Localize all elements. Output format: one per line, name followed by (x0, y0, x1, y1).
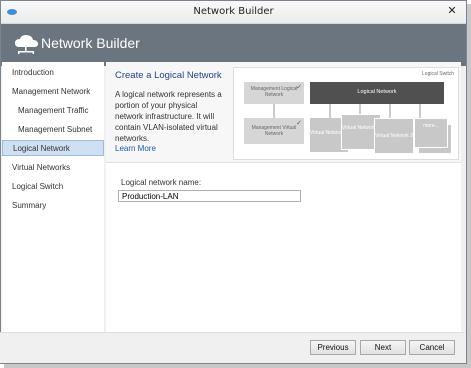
logical-network-name-input[interactable]: Production-LAN (118, 190, 301, 202)
nav-item-virtual-networks[interactable]: Virtual Networks (2, 160, 104, 176)
header-banner: Network Builder (1, 24, 466, 66)
next-button[interactable]: Next (360, 340, 406, 355)
previous-button[interactable]: Previous (310, 340, 356, 355)
more-networks-box: more... (414, 118, 448, 148)
nav-item-logical-network[interactable]: Logical Network (2, 140, 104, 156)
mgmt-virtual-network-label: Management Virtual Network (251, 125, 297, 137)
banner-title: Network Builder (41, 35, 140, 51)
learn-more-link[interactable]: Learn More (115, 144, 156, 153)
mgmt-virtual-network-box: Management Virtual Network ✓ (244, 118, 304, 144)
page-heading: Create a Logical Network (115, 70, 222, 81)
window-title: Network Builder (193, 6, 274, 17)
nav-item-management-traffic[interactable]: Management Traffic (2, 103, 104, 119)
page-description: A logical network represents a portion o… (115, 90, 222, 143)
cloud-icon (15, 35, 38, 54)
logical-network-name-label: Logical network name: (121, 178, 202, 187)
nav-item-management-subnet[interactable]: Management Subnet (2, 122, 104, 138)
wizard-nav: Introduction Management Network Manageme… (2, 62, 104, 332)
cancel-button[interactable]: Cancel (409, 340, 455, 355)
virtual-network-3-box: Virtual Network 3 (374, 118, 414, 154)
virtual-network-3-label: Virtual Network 3 (375, 133, 413, 139)
nav-item-management-network[interactable]: Management Network (2, 84, 104, 100)
nav-item-introduction[interactable]: Introduction (2, 65, 104, 81)
nav-item-summary[interactable]: Summary (2, 198, 104, 214)
check-icon: ✓ (296, 120, 302, 127)
network-diagram: Logical Switch Management Logical Networ… (233, 67, 459, 160)
nav-item-logical-switch[interactable]: Logical Switch (2, 179, 104, 195)
more-networks-label: more... (423, 123, 439, 129)
title-bar: Network Builder ✕ (1, 1, 466, 24)
close-icon[interactable]: ✕ (443, 3, 461, 18)
info-panel: Create a Logical Network A logical netwo… (106, 62, 461, 163)
